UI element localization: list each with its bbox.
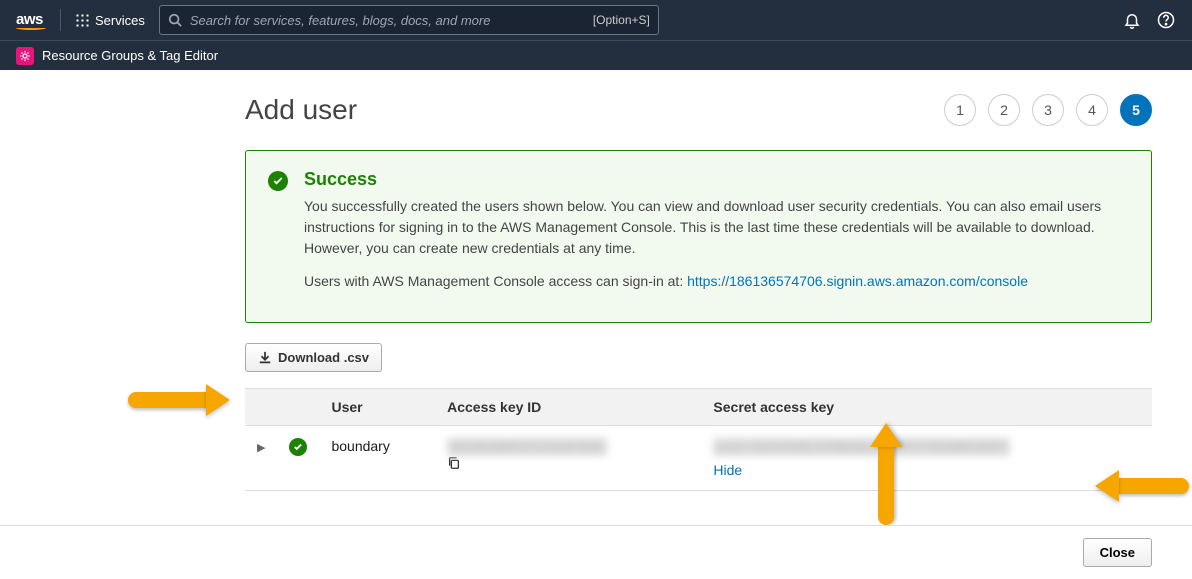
table-row: ▶ boundary AKIAEXAMPLE1234567890 wJalrXU… (245, 426, 1152, 491)
step-4[interactable]: 4 (1076, 94, 1108, 126)
access-key-value: AKIAEXAMPLE1234567890 (447, 438, 607, 456)
resource-groups-icon (16, 47, 34, 65)
alert-body-2: Users with AWS Management Console access… (304, 271, 1129, 292)
services-label: Services (95, 13, 145, 28)
status-ok-icon (289, 438, 307, 456)
alert-heading: Success (304, 169, 1129, 190)
download-csv-button[interactable]: Download .csv (245, 343, 382, 372)
step-5[interactable]: 5 (1120, 94, 1152, 126)
services-menu[interactable]: Services (75, 13, 145, 28)
step-1[interactable]: 1 (944, 94, 976, 126)
divider (60, 9, 61, 31)
credentials-table: User Access key ID Secret access key ▶ b… (245, 388, 1152, 491)
footer-bar: Close (0, 525, 1192, 579)
signin-url-link[interactable]: https://186136574706.signin.aws.amazon.c… (687, 273, 1028, 289)
col-expand (245, 389, 277, 426)
help-icon[interactable] (1156, 10, 1176, 30)
col-access-key: Access key ID (435, 389, 701, 426)
grid-icon (75, 13, 89, 27)
search-input[interactable] (190, 13, 585, 28)
search-icon (168, 13, 182, 27)
page-content: Add user 1 2 3 4 5 Success You successfu… (0, 70, 1192, 571)
copy-access-key-icon[interactable] (447, 456, 689, 470)
cell-user: boundary (319, 426, 435, 491)
step-3[interactable]: 3 (1032, 94, 1064, 126)
sub-nav: Resource Groups & Tag Editor (0, 40, 1192, 70)
download-icon (258, 351, 272, 365)
success-alert: Success You successfully created the use… (245, 150, 1152, 323)
global-search[interactable]: [Option+S] (159, 5, 659, 35)
secret-value: wJalrXUtnFEMI/K7MDENG/bPxRfiCYEXAMPLEKEY (713, 438, 1010, 456)
cell-access-key: AKIAEXAMPLE1234567890 (435, 426, 701, 491)
col-status (277, 389, 319, 426)
aws-logo[interactable]: aws (16, 11, 46, 30)
close-button[interactable]: Close (1083, 538, 1152, 567)
notifications-icon[interactable] (1122, 10, 1142, 30)
resource-groups-link[interactable]: Resource Groups & Tag Editor (42, 48, 218, 63)
expand-row-icon[interactable]: ▶ (257, 442, 265, 454)
col-secret: Secret access key (701, 389, 1152, 426)
alert-body-1: You successfully created the users shown… (304, 196, 1129, 259)
col-user: User (319, 389, 435, 426)
page-title: Add user (245, 94, 357, 126)
cell-secret: wJalrXUtnFEMI/K7MDENG/bPxRfiCYEXAMPLEKEY… (701, 426, 1152, 491)
step-2[interactable]: 2 (988, 94, 1020, 126)
search-shortcut: [Option+S] (593, 13, 650, 27)
hide-secret-link[interactable]: Hide (713, 462, 742, 478)
top-nav: aws Services [Option+S] (0, 0, 1192, 40)
success-icon (268, 171, 288, 191)
wizard-steps: 1 2 3 4 5 (944, 94, 1152, 126)
